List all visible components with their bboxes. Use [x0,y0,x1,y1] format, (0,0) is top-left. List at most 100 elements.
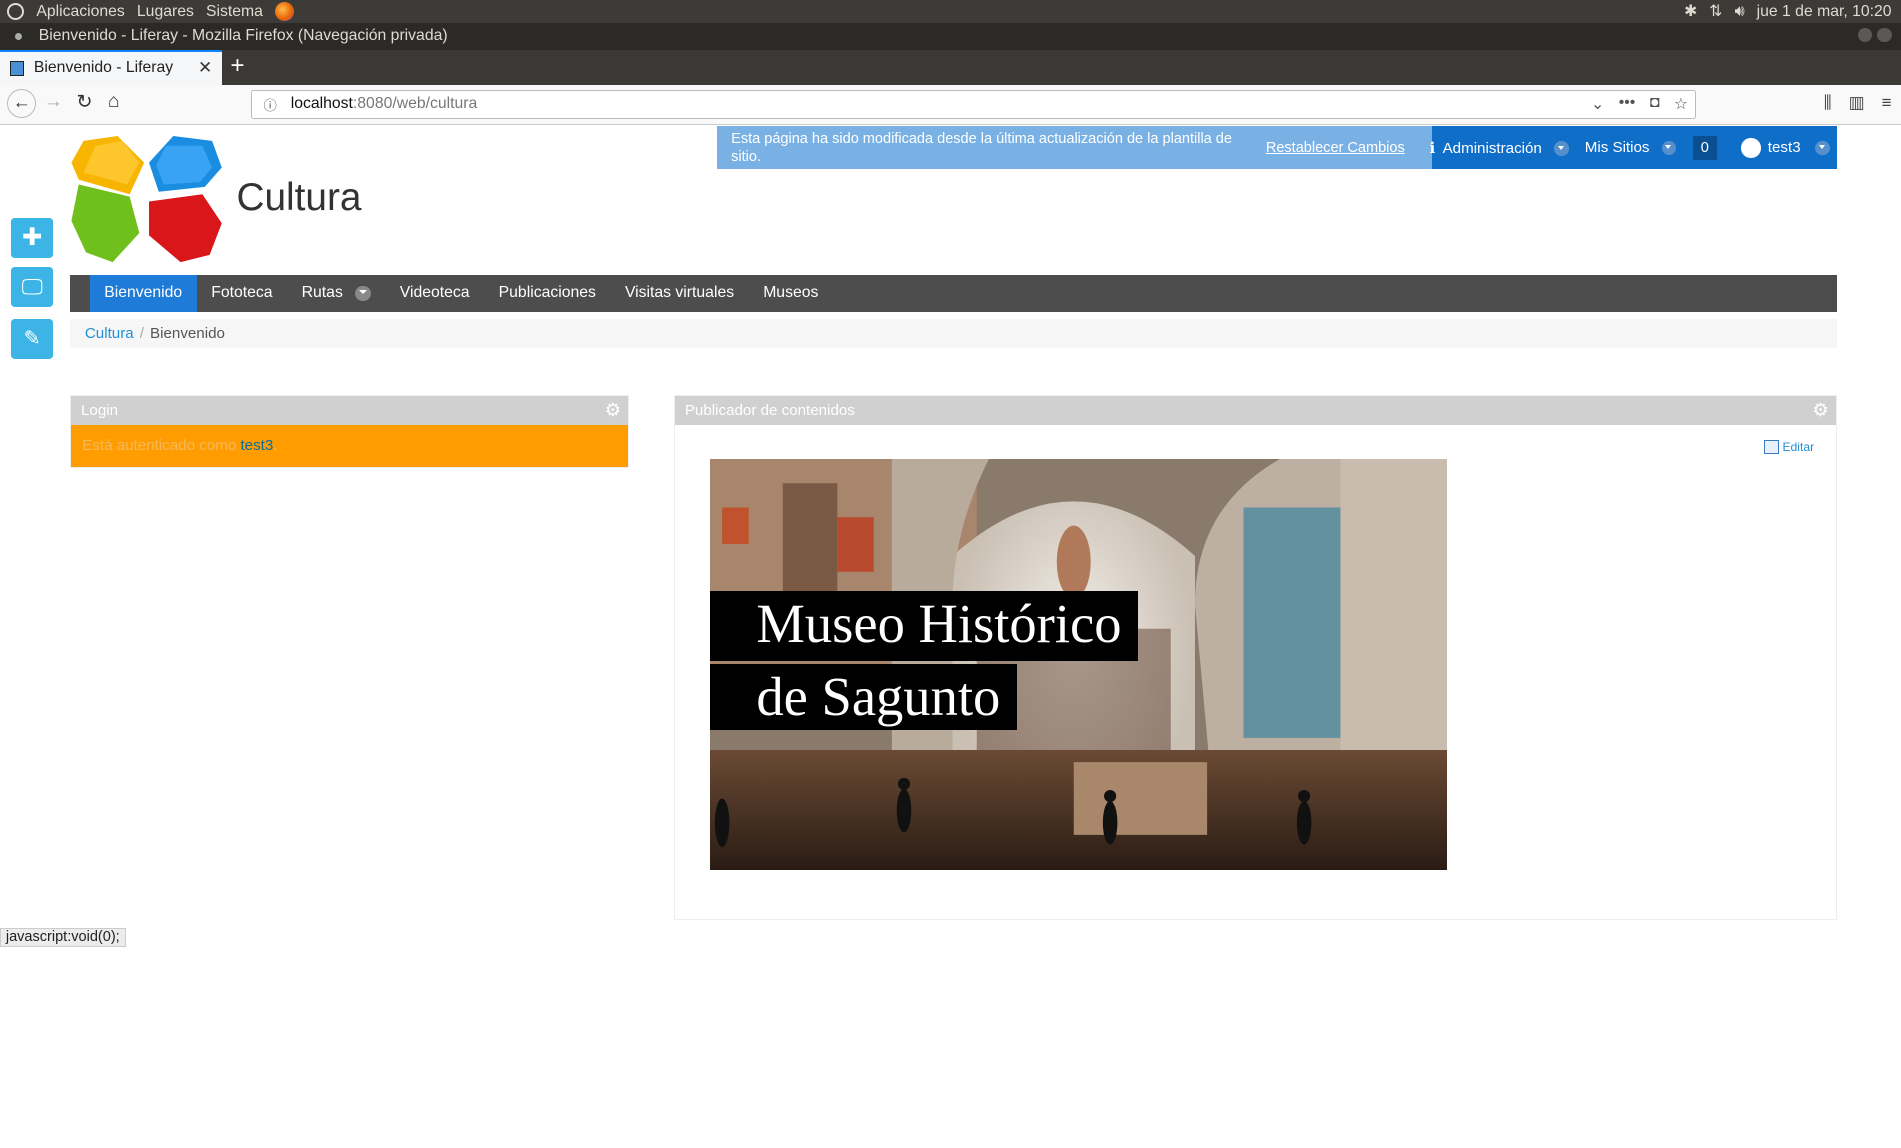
sidebar-icon[interactable]: ▥ [1849,93,1865,113]
my-sites-label: Mis Sitios [1584,139,1650,157]
nav-label: Fototeca [211,284,273,302]
nav-item-publicaciones[interactable]: Publicaciones [484,275,610,311]
app-menu-icon[interactable]: ≡ [1882,93,1892,113]
window-indicator-icon [14,32,22,40]
liferay-butterfly-icon [71,135,222,262]
dockbar: ℹ Administración Mis Sitios 0 test3 [1430,126,1837,169]
edit-content-link[interactable]: Editar [1764,439,1815,455]
edit-label: Editar [1782,440,1815,455]
preview-button[interactable]: 🖵 [10,266,54,307]
menu-applications[interactable]: Aplicaciones [36,0,124,23]
banner-message: Esta página ha sido modificada desde la … [731,130,1232,165]
reload-button[interactable]: ↻ [76,90,92,114]
info-icon: ℹ [1429,140,1436,158]
login-portlet-header: Login ⚙ [71,396,629,426]
avatar [1741,138,1761,158]
nav-item-visitas-virtuales[interactable]: Visitas virtuales [610,275,748,311]
browser-status-bar: javascript:void(0); [0,927,126,947]
url-dropdown-icon[interactable]: ⌄ [1591,94,1604,114]
navigation-toolbar: ← → ↻ ⌂ ⓘ localhost:8080/web/cultura ⌄ •… [0,84,1901,125]
administration-label: Administración [1442,139,1542,157]
add-content-button[interactable]: ✚ [10,218,54,259]
edit-icon: ✎ [23,326,41,350]
site-logo[interactable] [69,135,223,263]
url-host: localhost [290,95,353,113]
pencil-icon [1764,439,1779,455]
system-top-bar: Aplicaciones Lugares Sistema ✱ ⇅ 🔊︎ jue … [0,0,1901,24]
notification-count[interactable]: 0 [1692,135,1717,161]
maximize-button[interactable] [1876,27,1892,43]
nav-label: Videoteca [399,284,470,302]
portlet-title: Publicador de contenidos [684,402,855,420]
tab-strip: Bienvenido - Liferay ✕ + [0,49,1901,85]
monitor-icon: 🖵 [21,273,43,299]
ubuntu-logo-icon[interactable] [7,3,25,20]
nav-item-videoteca[interactable]: Videoteca [385,275,484,311]
forward-button[interactable]: → [44,90,63,113]
administration-menu[interactable]: ℹ Administración [1430,139,1569,157]
museum-image: Museo Histórico de Sagunto [710,459,1448,871]
window-title: Bienvenido - Liferay - Mozilla Firefox (… [38,27,448,45]
liferay-favicon-icon [9,61,25,76]
main-navigation: Bienvenido Fototeca Rutas Videoteca Publ… [70,275,1837,312]
system-clock[interactable]: jue 1 de mar, 10:20 [1757,0,1892,23]
login-message: Está autenticado como [82,437,241,455]
nav-item-fototeca[interactable]: Fototeca [197,275,287,311]
gear-icon[interactable]: ⚙ [1812,400,1828,422]
url-path: :8080/web/cultura [352,95,478,113]
museum-title-line2: de Sagunto [710,664,1018,730]
my-sites-menu[interactable]: Mis Sitios [1584,139,1677,157]
template-modified-banner: Esta página ha sido modificada desde la … [716,126,1432,169]
breadcrumb: Cultura / Bienvenido [70,318,1837,348]
reset-changes-link[interactable]: Restablecer Cambios [1266,139,1405,157]
login-user-link[interactable]: test3 [240,437,273,454]
nav-label: Rutas [301,284,343,302]
breadcrumb-separator: / [139,324,144,342]
close-tab-icon[interactable]: ✕ [198,58,212,78]
chevron-down-icon [1661,140,1677,156]
nav-item-bienvenido[interactable]: Bienvenido [89,275,197,312]
home-button[interactable]: ⌂ [108,90,120,113]
library-icon[interactable]: ⫼ [1824,93,1832,113]
page-actions-icon[interactable]: ••• [1619,94,1636,114]
login-status: Está autenticado como test3. [71,425,629,467]
firefox-launcher-icon[interactable] [275,1,295,22]
nav-label: Bienvenido [104,284,183,302]
nav-label: Visitas virtuales [624,284,735,302]
dropdown-caret-icon[interactable] [354,285,371,302]
site-title[interactable]: Cultura [236,176,361,220]
menu-places[interactable]: Lugares [137,0,194,23]
bluetooth-icon[interactable]: ✱ [1684,0,1697,23]
bookmark-star-icon[interactable]: ☆ [1674,94,1688,114]
pocket-icon[interactable]: ◘ [1650,94,1660,114]
browser-tab[interactable]: Bienvenido - Liferay ✕ [0,49,222,85]
new-tab-button[interactable]: + [230,52,244,80]
login-message-suffix: . [273,437,278,455]
volume-icon[interactable]: 🔊︎ [1735,0,1745,23]
content-portlet-header: Publicador de contenidos ⚙ [675,396,1836,426]
window-title-bar: Bienvenido - Liferay - Mozilla Firefox (… [0,23,1901,50]
user-menu[interactable]: test3 [1741,138,1830,158]
tab-title: Bienvenido - Liferay [33,59,174,77]
back-button[interactable]: ← [7,88,37,118]
plus-icon: ✚ [21,224,43,252]
login-portlet: Login ⚙ Está autenticado como test3. [70,395,630,469]
portlet-title: Login [81,402,119,420]
breadcrumb-root-link[interactable]: Cultura [85,325,134,342]
nav-label: Publicaciones [498,284,596,302]
gear-icon[interactable]: ⚙ [605,400,621,422]
museum-title-line1: Museo Histórico [710,591,1139,661]
nav-item-museos[interactable]: Museos [749,275,833,311]
menu-system[interactable]: Sistema [206,0,263,23]
content-publisher-portlet: Publicador de contenidos ⚙ Editar Museo … [674,395,1837,921]
network-icon[interactable]: ⇅ [1709,0,1722,23]
edit-controls-button[interactable]: ✎ [10,318,54,359]
chevron-down-icon [1815,140,1830,156]
nav-label: Museos [763,284,819,302]
minimize-button[interactable] [1857,27,1873,43]
url-bar[interactable]: ⓘ localhost:8080/web/cultura ⌄ ••• ◘ ☆ [250,89,1697,119]
site-info-icon[interactable]: ⓘ [259,95,281,114]
breadcrumb-current: Bienvenido [150,324,225,342]
nav-item-rutas[interactable]: Rutas [287,275,385,311]
chevron-down-icon [1553,141,1569,156]
